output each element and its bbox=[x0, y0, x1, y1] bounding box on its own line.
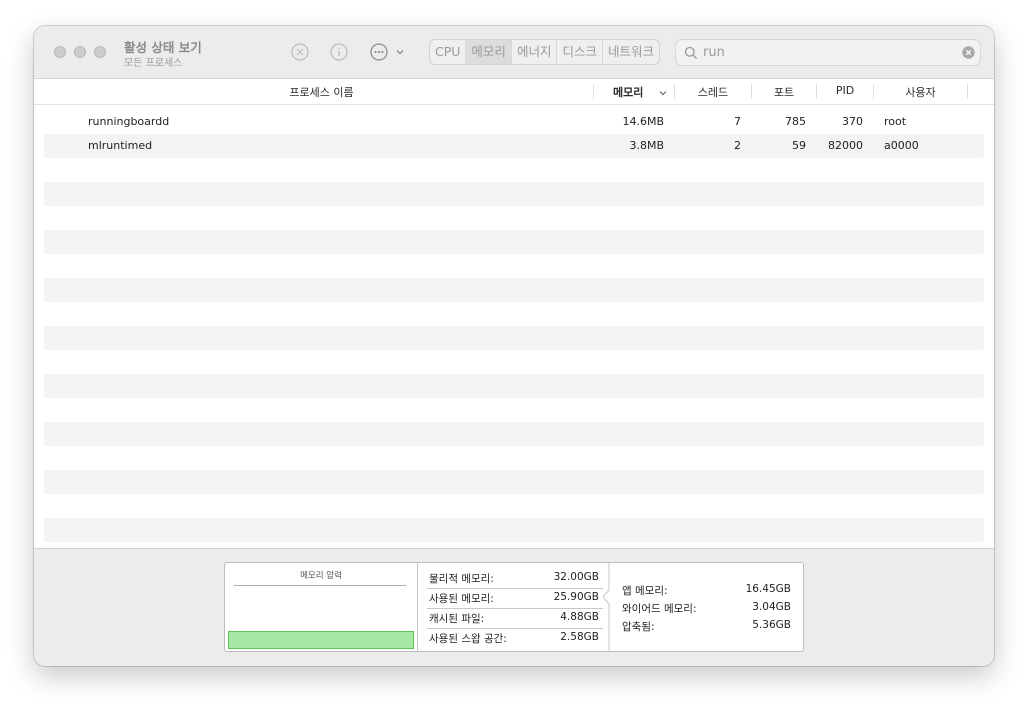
tab-disk[interactable]: 디스크 bbox=[557, 40, 603, 64]
empty-row bbox=[44, 278, 984, 302]
stat-label: 사용된 스왑 공간: bbox=[429, 633, 507, 645]
table-row[interactable]: runningboardd 14.6MB 7 785 370 root bbox=[44, 110, 984, 134]
activity-monitor-window: 활성 상태 보기 모든 프로세스 CPU 메모리 에너지 디스크 네트워크 ru… bbox=[34, 26, 994, 666]
zoom-window-button[interactable] bbox=[94, 46, 106, 58]
stat-value: 2.58GB bbox=[560, 631, 599, 643]
stat-value: 16.45GB bbox=[745, 583, 791, 595]
divider bbox=[427, 628, 603, 629]
stat-label: 와이어드 메모리: bbox=[622, 603, 697, 615]
tab-energy[interactable]: 에너지 bbox=[512, 40, 558, 64]
column-pid[interactable]: PID bbox=[817, 84, 873, 97]
process-ports: 785 bbox=[785, 115, 806, 128]
stat-value: 25.90GB bbox=[553, 591, 599, 603]
column-threads[interactable]: 스레드 bbox=[675, 84, 751, 100]
stat-label: 물리적 메모리: bbox=[429, 573, 494, 585]
process-pid: 370 bbox=[842, 115, 863, 128]
empty-row bbox=[44, 422, 984, 446]
minimize-window-button[interactable] bbox=[74, 46, 86, 58]
stop-process-button[interactable] bbox=[290, 42, 310, 62]
empty-row bbox=[44, 230, 984, 254]
more-icon bbox=[370, 43, 388, 61]
window-subtitle[interactable]: 모든 프로세스 bbox=[124, 54, 182, 69]
close-window-button[interactable] bbox=[54, 46, 66, 58]
bracket-divider bbox=[603, 562, 610, 652]
process-threads: 2 bbox=[734, 139, 741, 152]
stat-value: 32.00GB bbox=[553, 571, 599, 583]
empty-row bbox=[44, 470, 984, 494]
empty-row bbox=[44, 350, 984, 374]
stat-label: 캐시된 파일: bbox=[429, 613, 485, 625]
more-options-button[interactable] bbox=[369, 42, 407, 62]
titlebar: 활성 상태 보기 모든 프로세스 CPU 메모리 에너지 디스크 네트워크 ru… bbox=[34, 26, 994, 79]
empty-row bbox=[44, 254, 984, 278]
divider bbox=[427, 588, 603, 589]
stat-label: 압축됨: bbox=[622, 621, 655, 633]
search-icon bbox=[684, 46, 698, 60]
column-process-name[interactable]: 프로세스 이름 bbox=[34, 84, 609, 100]
process-user: a0000 bbox=[884, 139, 919, 152]
memory-pressure-title: 메모리 압력 bbox=[300, 571, 342, 581]
empty-row bbox=[44, 446, 984, 470]
sort-descending-icon bbox=[659, 91, 667, 96]
memory-summary-footer: 메모리 압력 물리적 메모리: 32.00GB 사용된 메모리: 25.90GB… bbox=[34, 548, 994, 666]
tab-memory[interactable]: 메모리 bbox=[466, 40, 512, 64]
process-table: runningboardd 14.6MB 7 785 370 root mlru… bbox=[44, 110, 984, 566]
empty-row bbox=[44, 158, 984, 182]
divider bbox=[234, 585, 406, 586]
column-divider[interactable] bbox=[593, 84, 594, 99]
memory-summary-panel: 메모리 압력 물리적 메모리: 32.00GB 사용된 메모리: 25.90GB… bbox=[224, 562, 804, 652]
empty-row bbox=[44, 326, 984, 350]
process-user: root bbox=[884, 115, 907, 128]
table-row[interactable]: mlruntimed 3.8MB 2 59 82000 a0000 bbox=[44, 134, 984, 158]
clear-search-icon[interactable] bbox=[962, 46, 975, 59]
info-icon bbox=[330, 43, 348, 61]
chevron-down-icon bbox=[396, 50, 404, 55]
empty-row bbox=[44, 518, 984, 542]
stat-label: 앱 메모리: bbox=[622, 585, 668, 597]
memory-pressure-graph bbox=[228, 631, 414, 649]
process-memory: 14.6MB bbox=[622, 115, 664, 128]
empty-row bbox=[44, 206, 984, 230]
process-pid: 82000 bbox=[828, 139, 863, 152]
column-divider[interactable] bbox=[967, 84, 968, 99]
process-name: mlruntimed bbox=[88, 139, 153, 152]
empty-row bbox=[44, 302, 984, 326]
search-input[interactable]: run bbox=[703, 45, 725, 60]
stat-value: 5.36GB bbox=[752, 619, 791, 631]
tab-network[interactable]: 네트워크 bbox=[603, 40, 659, 64]
divider bbox=[427, 608, 603, 609]
column-user[interactable]: 사용자 bbox=[874, 84, 967, 100]
stat-label: 사용된 메모리: bbox=[429, 593, 494, 605]
empty-row bbox=[44, 398, 984, 422]
process-memory: 3.8MB bbox=[629, 139, 664, 152]
view-tabs: CPU 메모리 에너지 디스크 네트워크 bbox=[429, 39, 660, 65]
inspect-process-button[interactable] bbox=[329, 42, 349, 62]
empty-row bbox=[44, 374, 984, 398]
tab-cpu[interactable]: CPU bbox=[430, 40, 467, 64]
stat-value: 4.88GB bbox=[560, 611, 599, 623]
divider bbox=[417, 563, 418, 651]
stat-value: 3.04GB bbox=[752, 601, 791, 613]
column-memory[interactable]: 메모리 bbox=[613, 84, 643, 100]
empty-row bbox=[44, 182, 984, 206]
process-threads: 7 bbox=[734, 115, 741, 128]
column-header: 프로세스 이름 메모리 스레드 포트 PID 사용자 bbox=[34, 79, 994, 105]
search-field[interactable]: run bbox=[675, 39, 981, 66]
process-name: runningboardd bbox=[88, 115, 170, 128]
column-ports[interactable]: 포트 bbox=[752, 84, 816, 100]
process-ports: 59 bbox=[792, 139, 806, 152]
close-circle-icon bbox=[291, 43, 309, 61]
empty-row bbox=[44, 494, 984, 518]
